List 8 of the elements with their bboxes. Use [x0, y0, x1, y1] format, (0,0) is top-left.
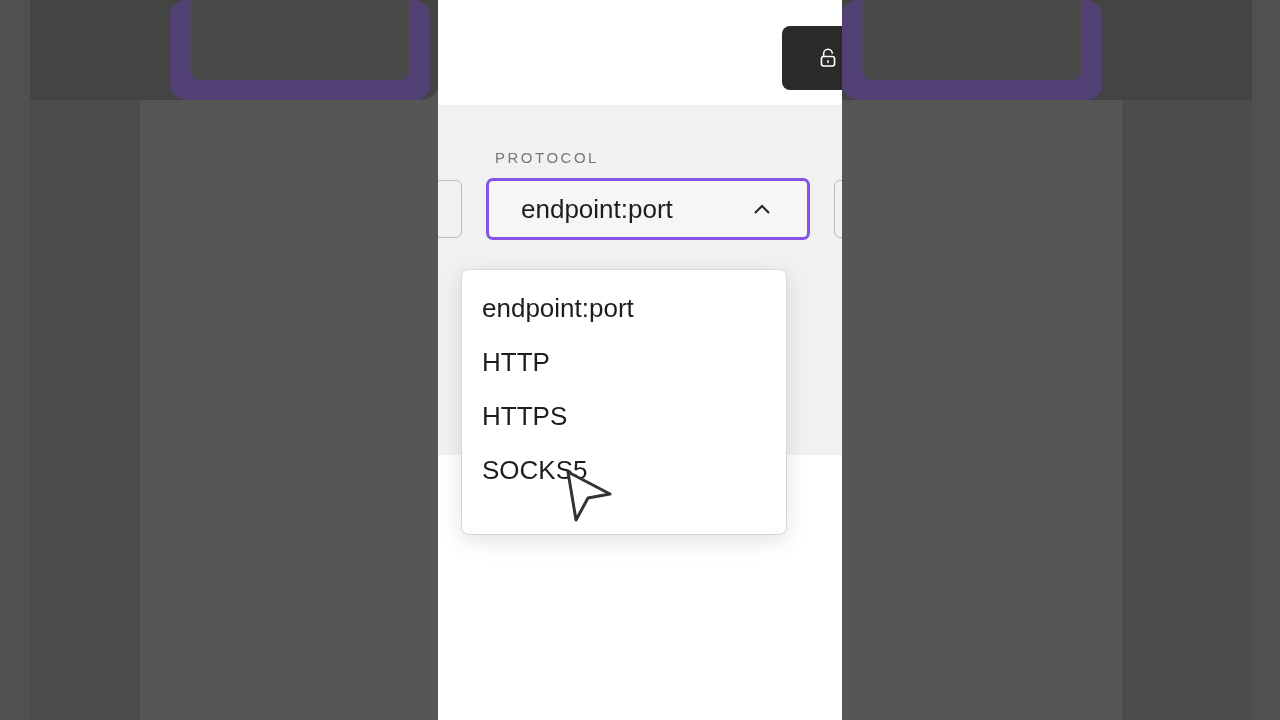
dropdown-option[interactable]: endpoint:port [482, 290, 766, 326]
field-label: PROTOCOL [495, 149, 600, 166]
protocol-select[interactable]: endpoint:port [486, 178, 810, 240]
input-field[interactable] [438, 180, 462, 238]
caret-icon [753, 203, 771, 215]
lock-button[interactable] [782, 26, 842, 90]
dropdown-option[interactable]: HTTPS [482, 398, 766, 434]
dropdown-option[interactable]: HTTP [482, 344, 766, 380]
